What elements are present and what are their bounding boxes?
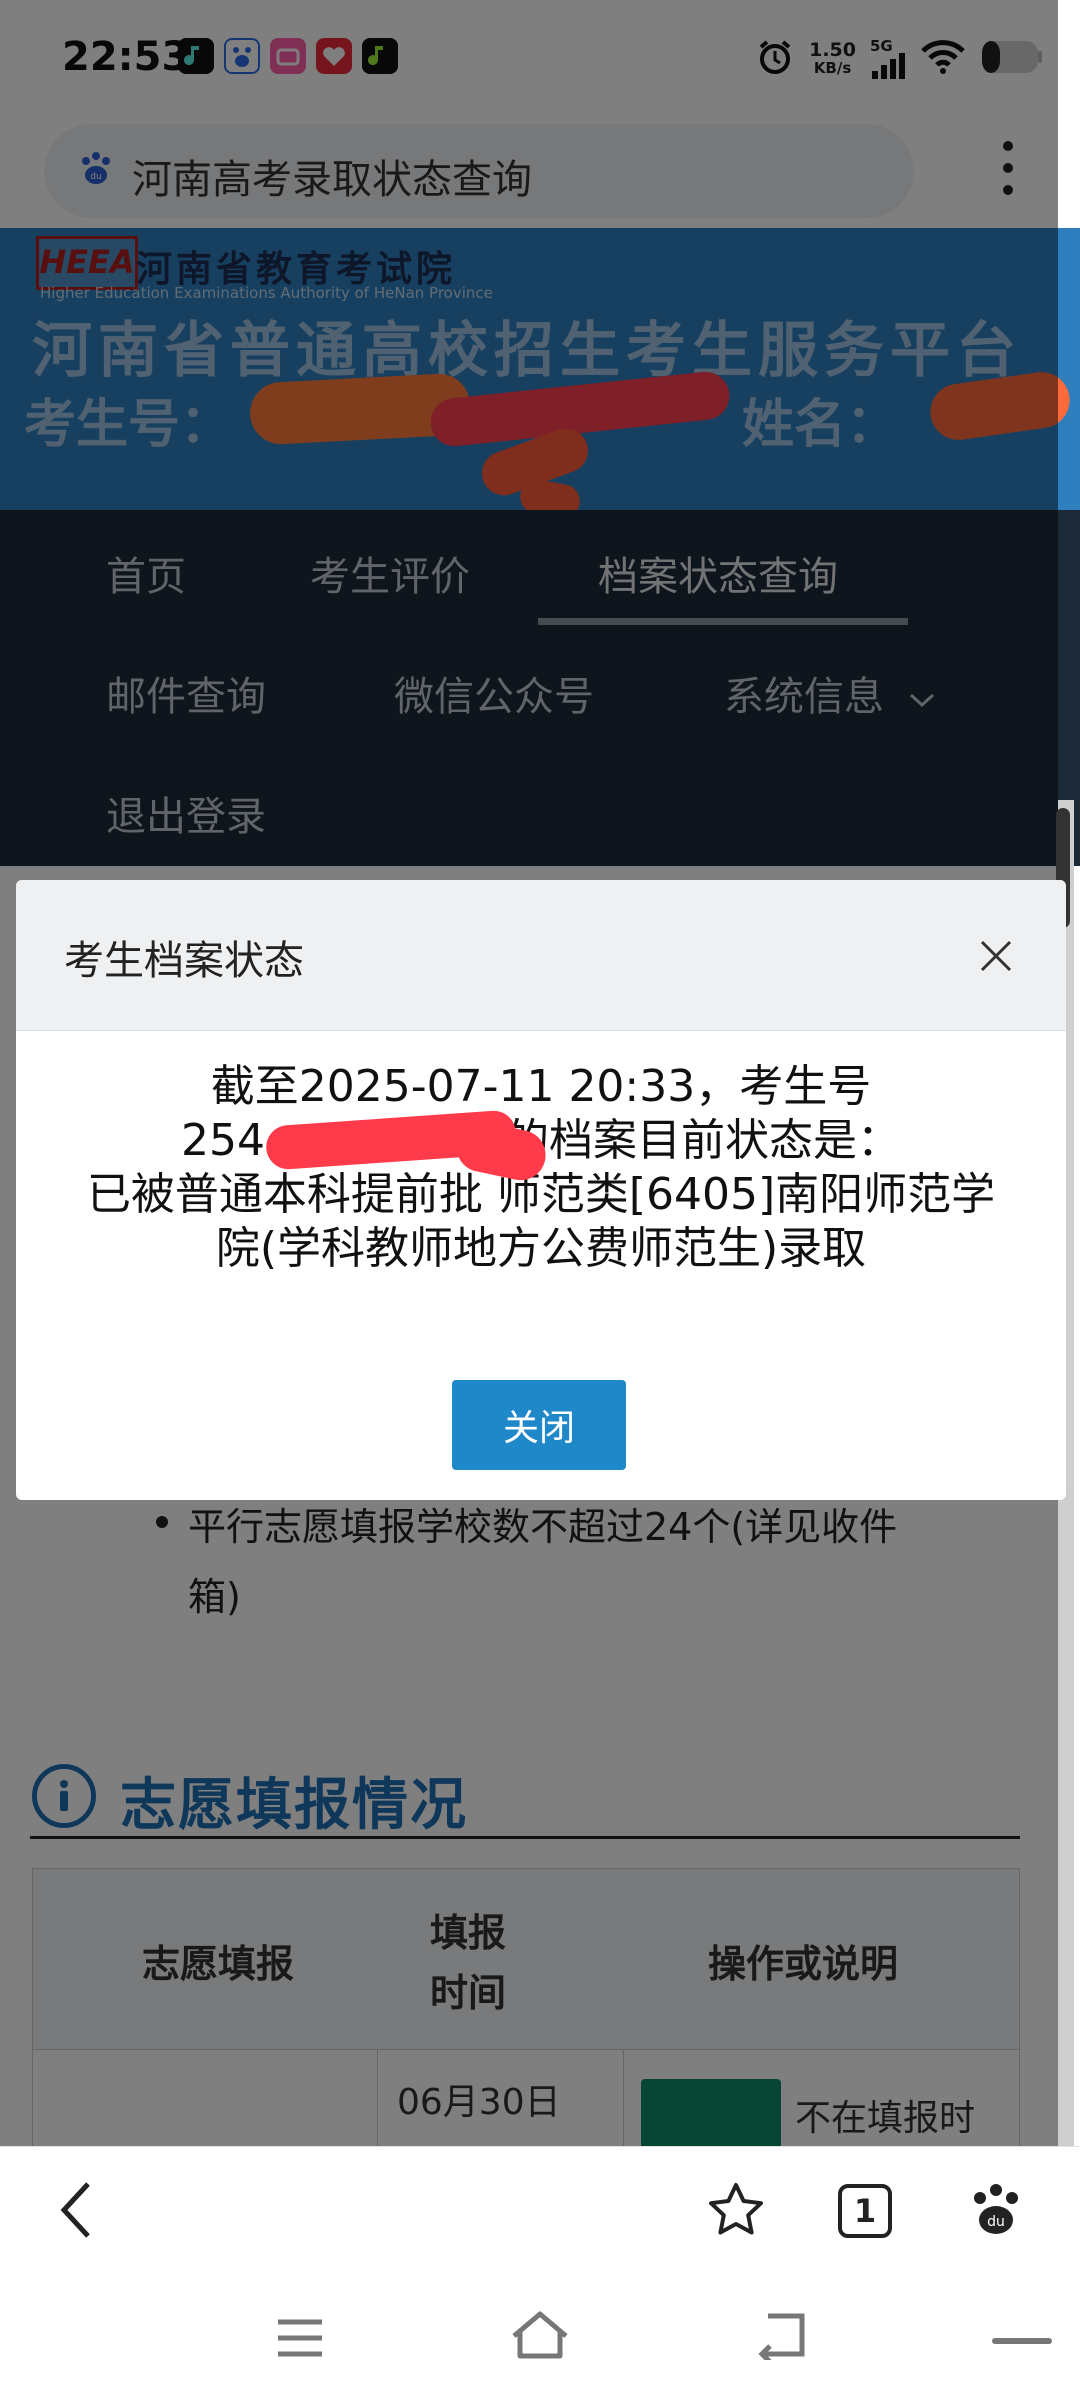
close-button[interactable]: 关闭	[452, 1380, 626, 1470]
message-line: 已被普通本科提前批 师范类[6405]南阳师范学	[86, 1169, 996, 1220]
home-icon[interactable]	[510, 2310, 570, 2364]
tab-count: 1	[853, 2192, 877, 2230]
close-icon[interactable]	[976, 936, 1016, 976]
exam-number-prefix: 254	[181, 1115, 265, 1166]
gesture-handle[interactable]	[992, 2338, 1052, 2344]
tabs-button[interactable]: 1	[838, 2184, 892, 2238]
svg-text:du: du	[987, 2214, 1005, 2230]
browser-toolbar	[0, 2146, 1080, 2277]
return-icon[interactable]	[754, 2310, 808, 2364]
menu-icon[interactable]	[276, 2318, 324, 2362]
star-icon[interactable]	[706, 2180, 766, 2244]
modal-title: 考生档案状态	[64, 938, 304, 984]
message-line: 截至2025-07-11 20:33，考生号	[210, 1061, 872, 1112]
archive-status-modal: 考生档案状态 截至2025-07-11 20:33，考生号 254 的档案目前状态…	[16, 880, 1066, 1500]
back-icon[interactable]	[56, 2180, 96, 2244]
baidu-paw-icon[interactable]: du	[966, 2180, 1026, 2244]
message-line: 院(学科教师地方公费师范生)录取	[215, 1223, 867, 1274]
message-line-suffix: 的档案目前状态是：	[504, 1115, 901, 1166]
